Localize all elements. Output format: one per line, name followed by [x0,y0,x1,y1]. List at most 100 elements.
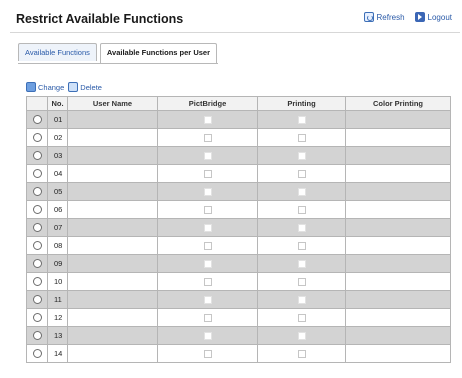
delete-icon[interactable] [68,82,79,92]
row-color-printing-cell [345,326,451,345]
row-radio-button[interactable] [32,169,42,179]
printing-checkbox[interactable] [297,260,306,268]
row-user-name [67,182,158,201]
pictbridge-checkbox[interactable] [203,188,212,196]
printing-checkbox[interactable] [297,332,306,340]
row-user-name [67,254,158,273]
row-user-name [67,236,158,255]
table-row[interactable]: 09 [26,254,451,273]
row-printing-cell [257,326,346,345]
printing-checkbox[interactable] [297,350,306,358]
table-header-row: No. User Name PictBridge Printing Color … [26,96,451,111]
delete-button[interactable]: Delete [68,82,102,92]
pictbridge-checkbox[interactable] [203,332,212,340]
row-pictbridge-cell [157,182,258,201]
row-select-cell [26,236,48,255]
row-number: 05 [47,182,68,201]
table-row[interactable]: 01 [26,110,451,129]
refresh-link[interactable]: Refresh [363,12,405,22]
row-select-cell [26,254,48,273]
row-number: 13 [47,326,68,345]
row-color-printing-cell [345,128,451,147]
col-header-select [26,96,48,111]
printing-checkbox[interactable] [297,242,306,250]
row-number: 06 [47,200,68,219]
logout-link[interactable]: Logout [414,12,452,22]
printing-checkbox[interactable] [297,296,306,304]
row-radio-button[interactable] [32,115,42,125]
pictbridge-checkbox[interactable] [203,278,212,286]
pictbridge-checkbox[interactable] [203,224,212,232]
pictbridge-checkbox[interactable] [203,134,212,142]
row-number: 14 [47,344,68,363]
row-pictbridge-cell [157,272,258,291]
printing-checkbox[interactable] [297,170,306,178]
row-radio-button[interactable] [32,349,42,359]
pictbridge-checkbox[interactable] [203,116,212,124]
row-radio-button[interactable] [32,277,42,287]
row-radio-button[interactable] [32,187,42,197]
row-radio-button[interactable] [32,151,42,161]
printing-checkbox[interactable] [297,188,306,196]
row-number: 04 [47,164,68,183]
pictbridge-checkbox[interactable] [203,350,212,358]
col-header-printing: Printing [257,96,346,111]
row-color-printing-cell [345,110,451,129]
printing-checkbox[interactable] [297,206,306,214]
row-color-printing-cell [345,290,451,309]
table-row[interactable]: 14 [26,344,451,363]
table-row[interactable]: 13 [26,326,451,345]
tab-underline [18,63,218,64]
row-select-cell [26,308,48,327]
change-button[interactable]: Change [26,82,64,92]
refresh-label[interactable]: Refresh [377,13,405,22]
row-radio-button[interactable] [32,313,42,323]
logout-icon[interactable] [414,12,425,22]
tab-available-functions[interactable]: Available Functions [18,43,97,61]
row-select-cell [26,200,48,219]
table-row[interactable]: 08 [26,236,451,255]
tab-available-functions-per-user[interactable]: Available Functions per User [99,43,217,63]
change-icon[interactable] [26,82,36,92]
row-radio-button[interactable] [32,295,42,305]
pictbridge-checkbox[interactable] [203,242,212,250]
printing-checkbox[interactable] [297,134,306,142]
pictbridge-checkbox[interactable] [203,206,212,214]
col-header-pictbridge: PictBridge [157,96,258,111]
refresh-icon[interactable] [363,12,374,22]
row-radio-button[interactable] [32,205,42,215]
table-row[interactable]: 12 [26,308,451,327]
pictbridge-checkbox[interactable] [203,314,212,322]
printing-checkbox[interactable] [297,314,306,322]
logout-label[interactable]: Logout [428,13,452,22]
row-radio-button[interactable] [32,241,42,251]
row-printing-cell [257,344,346,363]
table-row[interactable]: 10 [26,272,451,291]
change-label[interactable]: Change [38,83,64,92]
table-row[interactable]: 11 [26,290,451,309]
pictbridge-checkbox[interactable] [203,152,212,160]
table-row[interactable]: 03 [26,146,451,165]
table-row[interactable]: 07 [26,218,451,237]
row-radio-button[interactable] [32,331,42,341]
row-pictbridge-cell [157,254,258,273]
pictbridge-checkbox[interactable] [203,260,212,268]
printing-checkbox[interactable] [297,116,306,124]
row-user-name [67,164,158,183]
table-row[interactable]: 04 [26,164,451,183]
row-radio-button[interactable] [32,259,42,269]
row-printing-cell [257,164,346,183]
table-row[interactable]: 02 [26,128,451,147]
printing-checkbox[interactable] [297,152,306,160]
table-row[interactable]: 05 [26,182,451,201]
row-user-name [67,290,158,309]
pictbridge-checkbox[interactable] [203,170,212,178]
printing-checkbox[interactable] [297,278,306,286]
pictbridge-checkbox[interactable] [203,296,212,304]
printing-checkbox[interactable] [297,224,306,232]
row-radio-button[interactable] [32,133,42,143]
action-bar: Change Delete [26,82,102,92]
row-radio-button[interactable] [32,223,42,233]
table-row[interactable]: 06 [26,200,451,219]
delete-label[interactable]: Delete [80,83,102,92]
